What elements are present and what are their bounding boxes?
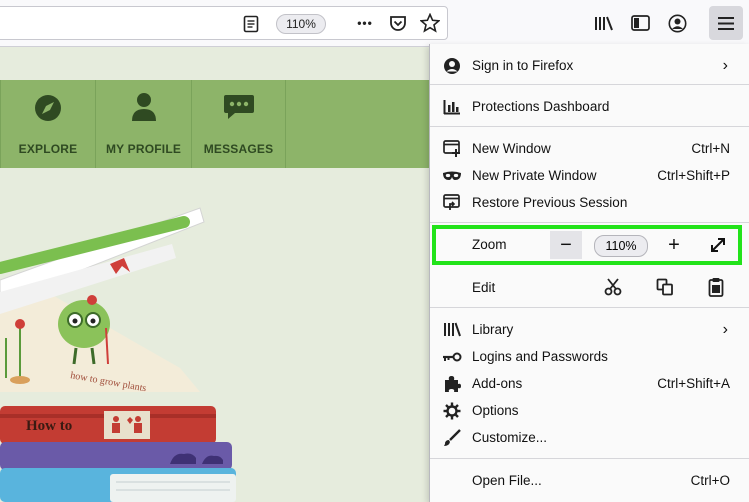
open-book: how to grow plants bbox=[0, 207, 205, 394]
menu-separator bbox=[430, 222, 749, 223]
menu-logins-label: Logins and Passwords bbox=[472, 349, 608, 364]
menu-logins-passwords[interactable]: Logins and Passwords bbox=[430, 343, 749, 370]
zoom-reset-button[interactable]: 110% bbox=[594, 235, 648, 257]
menu-customize[interactable]: Customize... bbox=[430, 424, 749, 451]
bar-chart-icon bbox=[442, 97, 462, 117]
private-mask-icon bbox=[442, 166, 462, 186]
nav-explore-label: EXPLORE bbox=[18, 142, 78, 156]
red-book: How to bbox=[0, 406, 216, 444]
menu-sign-in[interactable]: Sign in to Firefox › bbox=[430, 52, 749, 79]
menu-add-ons[interactable]: Add-ons Ctrl+Shift+A bbox=[430, 370, 749, 397]
menu-open-file-label: Open File... bbox=[472, 473, 542, 488]
zoom-label: Zoom bbox=[472, 237, 507, 252]
menu-sign-in-label: Sign in to Firefox bbox=[472, 58, 574, 73]
zoom-in-button[interactable]: + bbox=[658, 231, 690, 259]
paintbrush-icon bbox=[442, 428, 462, 448]
blue-book bbox=[0, 468, 236, 502]
sidebar-icon[interactable] bbox=[628, 12, 652, 34]
gear-icon bbox=[442, 401, 462, 421]
menu-library-label: Library bbox=[472, 322, 514, 337]
book-title: How to bbox=[26, 418, 72, 434]
url-bar[interactable] bbox=[0, 6, 448, 40]
menu-open-file-shortcut: Ctrl+O bbox=[690, 473, 730, 488]
menu-customize-label: Customize... bbox=[472, 430, 548, 445]
nav-my-profile-label: MY PROFILE bbox=[105, 142, 182, 156]
copy-icon[interactable] bbox=[656, 278, 674, 299]
hamburger-menu-icon[interactable] bbox=[714, 13, 738, 33]
menu-new-private-shortcut: Ctrl+Shift+P bbox=[657, 168, 730, 183]
pocket-icon[interactable] bbox=[386, 12, 410, 34]
person-icon bbox=[131, 93, 156, 121]
menu-separator bbox=[430, 458, 749, 459]
nav-divider bbox=[285, 80, 286, 168]
menu-new-private-window[interactable]: New Private Window Ctrl+Shift+P bbox=[430, 162, 749, 189]
new-window-icon bbox=[442, 139, 462, 159]
menu-new-window-shortcut: Ctrl+N bbox=[691, 141, 730, 156]
menu-restore-label: Restore Previous Session bbox=[472, 195, 628, 210]
chevron-right-icon: › bbox=[722, 320, 728, 338]
chevron-right-icon: › bbox=[722, 56, 728, 74]
reader-view-icon[interactable] bbox=[240, 13, 262, 35]
fullscreen-icon bbox=[711, 238, 725, 252]
compass-icon bbox=[35, 95, 61, 121]
menu-separator bbox=[430, 307, 749, 308]
menu-protections-label: Protections Dashboard bbox=[472, 99, 610, 114]
menu-new-private-label: New Private Window bbox=[472, 168, 597, 183]
zoom-controls-highlight: Zoom − 110% + bbox=[432, 225, 742, 265]
paste-icon[interactable] bbox=[708, 277, 724, 300]
menu-options[interactable]: Options bbox=[430, 397, 749, 424]
puzzle-piece-icon bbox=[442, 374, 462, 394]
menu-options-label: Options bbox=[472, 403, 519, 418]
menu-add-ons-label: Add-ons bbox=[472, 376, 523, 391]
menu-library[interactable]: Library › bbox=[430, 316, 749, 343]
menu-separator bbox=[430, 126, 749, 127]
books-illustration: how to grow plants How to bbox=[0, 207, 236, 502]
menu-open-file[interactable]: Open File... Ctrl+O bbox=[430, 467, 749, 494]
account-icon bbox=[442, 56, 462, 76]
library-icon bbox=[442, 320, 462, 340]
browser-toolbar: 110% ••• bbox=[0, 0, 749, 47]
menu-add-ons-shortcut: Ctrl+Shift+A bbox=[657, 376, 730, 391]
menu-new-window-label: New Window bbox=[472, 141, 551, 156]
zoom-level-button[interactable]: 110% bbox=[276, 14, 326, 34]
library-icon[interactable] bbox=[592, 12, 616, 34]
key-icon bbox=[442, 347, 462, 367]
purple-book bbox=[0, 442, 232, 470]
menu-edit-row: Edit bbox=[430, 274, 749, 301]
account-icon[interactable] bbox=[666, 12, 688, 34]
menu-restore-session[interactable]: Restore Previous Session bbox=[430, 189, 749, 216]
nav-messages[interactable]: MESSAGES bbox=[192, 80, 285, 168]
nav-messages-label: MESSAGES bbox=[203, 142, 274, 156]
bookmark-star-icon[interactable] bbox=[418, 11, 442, 35]
nav-my-profile[interactable]: MY PROFILE bbox=[96, 80, 191, 168]
restore-session-icon bbox=[442, 193, 462, 213]
app-menu-panel: Sign in to Firefox › Protections Dashboa… bbox=[429, 44, 749, 502]
cut-icon[interactable] bbox=[604, 278, 622, 299]
more-actions-icon[interactable]: ••• bbox=[352, 12, 378, 34]
nav-explore[interactable]: EXPLORE bbox=[1, 80, 95, 168]
site-navigation: EXPLORE MY PROFILE MESSAGES bbox=[0, 80, 430, 168]
menu-protections-dashboard[interactable]: Protections Dashboard bbox=[430, 93, 749, 120]
menu-edit-label: Edit bbox=[472, 280, 496, 295]
zoom-out-button[interactable]: − bbox=[550, 231, 582, 259]
menu-new-window[interactable]: New Window Ctrl+N bbox=[430, 135, 749, 162]
menu-separator bbox=[430, 84, 749, 85]
chat-bubble-icon bbox=[223, 95, 254, 119]
fullscreen-button[interactable] bbox=[702, 231, 734, 259]
